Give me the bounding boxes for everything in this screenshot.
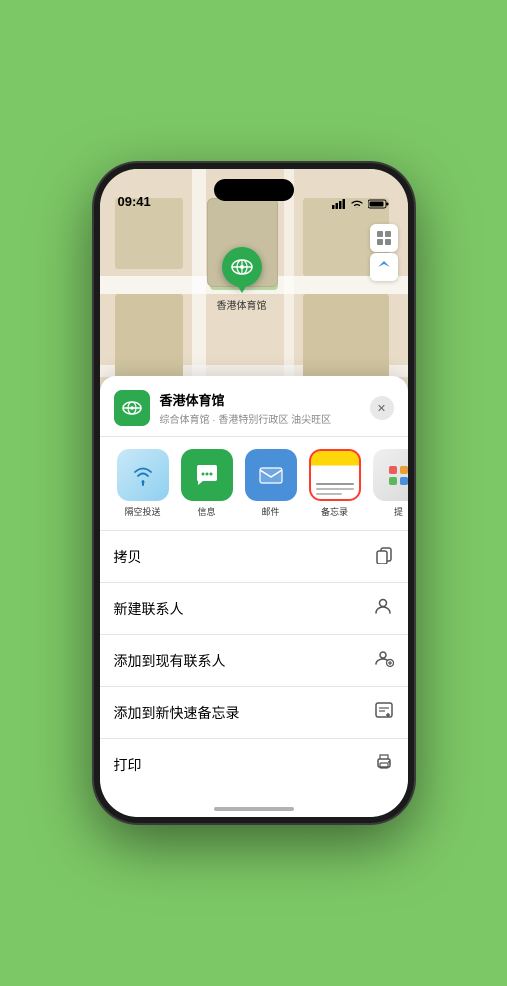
notes-label: 备忘录 (321, 505, 348, 518)
person-circle-add-icon (374, 648, 394, 673)
airdrop-icon (117, 449, 169, 501)
mail-icon (245, 449, 297, 501)
print-label: 打印 (114, 755, 142, 775)
phone-frame: 09:41 (94, 163, 414, 823)
pin-icon (222, 247, 262, 287)
dynamic-island (214, 179, 294, 201)
app-item-more[interactable]: 提 (370, 449, 408, 518)
bottom-sheet: 香港体育馆 综合体育馆 · 香港特别行政区 油尖旺区 ✕ (100, 376, 408, 817)
action-print[interactable]: 打印 (100, 739, 408, 790)
home-indicator (214, 807, 294, 811)
mail-label: 邮件 (261, 505, 279, 518)
more-icon (373, 449, 408, 501)
action-copy-label: 拷贝 (114, 547, 142, 567)
more-dots (389, 466, 408, 485)
copy-icon (374, 544, 394, 569)
pin-label: 香港体育馆 (217, 297, 267, 312)
stadium-pin[interactable]: 香港体育馆 (217, 247, 267, 312)
action-new-contact[interactable]: 新建联系人 (100, 583, 408, 635)
app-item-messages[interactable]: 信息 (178, 449, 236, 518)
location-info: 香港体育馆 综合体育馆 · 香港特别行政区 油尖旺区 (160, 390, 370, 426)
close-button[interactable]: ✕ (370, 396, 394, 420)
signal-icon (332, 199, 346, 209)
action-add-existing[interactable]: 添加到现有联系人 (100, 635, 408, 687)
location-venue-icon (114, 390, 150, 426)
wifi-icon (350, 199, 364, 209)
note-add-icon (374, 700, 394, 725)
location-header: 香港体育馆 综合体育馆 · 香港特别行政区 油尖旺区 ✕ (100, 376, 408, 437)
person-add-icon (374, 596, 394, 621)
status-time: 09:41 (118, 194, 151, 209)
map-type-button[interactable] (370, 224, 398, 252)
app-item-notes[interactable]: 备忘录 (306, 449, 364, 518)
add-note-label: 添加到新快速备忘录 (114, 703, 240, 723)
messages-label: 信息 (197, 505, 215, 518)
action-copy[interactable]: 拷贝 (100, 531, 408, 583)
notes-icon (309, 449, 361, 501)
map-controls (370, 224, 398, 281)
action-list: 拷贝 新建联系人 (100, 531, 408, 790)
location-name: 香港体育馆 (160, 390, 370, 409)
map-block (303, 294, 389, 383)
battery-icon (368, 199, 390, 209)
location-button[interactable] (370, 253, 398, 281)
share-apps-row: 隔空投送 信息 (100, 437, 408, 531)
map-block (115, 294, 183, 383)
app-item-mail[interactable]: 邮件 (242, 449, 300, 518)
action-add-note[interactable]: 添加到新快速备忘录 (100, 687, 408, 739)
app-item-airdrop[interactable]: 隔空投送 (114, 449, 172, 518)
more-label: 提 (394, 505, 403, 518)
phone-screen: 09:41 (100, 169, 408, 817)
status-icons (332, 199, 390, 209)
add-existing-label: 添加到现有联系人 (114, 651, 226, 671)
location-subtitle: 综合体育馆 · 香港特别行政区 油尖旺区 (160, 411, 370, 426)
print-icon (374, 752, 394, 777)
new-contact-label: 新建联系人 (114, 599, 184, 619)
messages-icon (181, 449, 233, 501)
airdrop-label: 隔空投送 (124, 505, 160, 518)
